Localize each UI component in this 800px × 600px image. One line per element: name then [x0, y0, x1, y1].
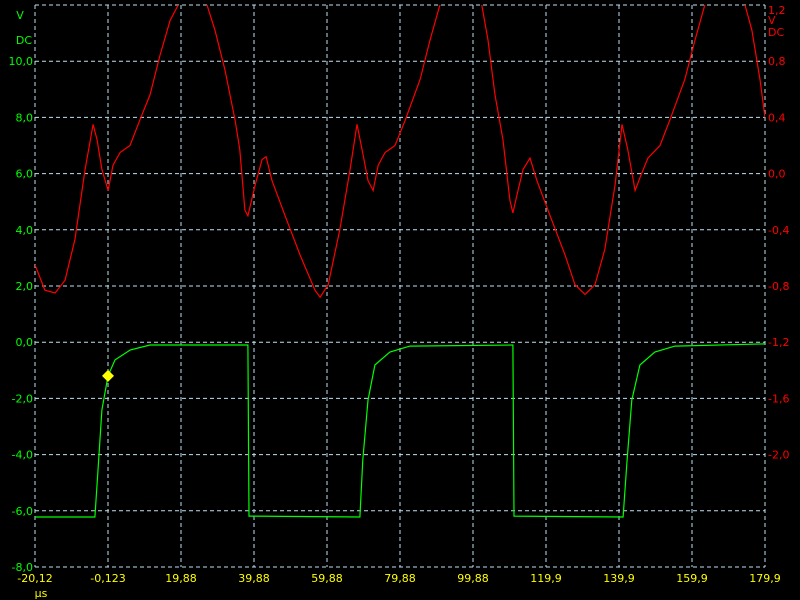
x-tick-label: 139,9: [603, 572, 635, 585]
oscilloscope-chart: 10,08,06,04,02,00,0-2,0-4,0-6,0-8,0VDC1,…: [9, 4, 790, 600]
left-unit-label: V: [16, 9, 24, 22]
right-coupling-label: DC: [768, 26, 784, 39]
grid: [34, 4, 766, 568]
x-tick-label: -20,12: [17, 572, 52, 585]
left-tick-label: 6,0: [16, 168, 34, 181]
x-tick-label: 159,9: [676, 572, 708, 585]
x-tick-label: 119,9: [530, 572, 562, 585]
left-tick-label: 10,0: [9, 55, 34, 68]
right-tick-label: 0,0: [768, 168, 786, 181]
x-tick-label: 19,88: [165, 572, 197, 585]
left-tick-label: -4,0: [12, 449, 33, 462]
left-tick-label: 2,0: [16, 280, 34, 293]
x-tick-label: -0,123: [90, 572, 125, 585]
x-tick-label: 79,88: [384, 572, 416, 585]
left-tick-label: -6,0: [12, 505, 33, 518]
right-tick-label: -0,4: [768, 224, 789, 237]
x-tick-label: 39,88: [238, 572, 270, 585]
right-tick-label: 0,8: [768, 55, 786, 68]
trigger-marker-diamond: [102, 369, 114, 382]
right-tick-label: -1,6: [768, 392, 789, 405]
x-tick-label: 179,9: [749, 572, 781, 585]
left-coupling-label: DC: [16, 34, 32, 47]
x-unit-label: µs: [35, 587, 48, 600]
left-tick-label: 4,0: [16, 224, 34, 237]
x-tick-label: 99,88: [457, 572, 489, 585]
right-tick-label: -0,8: [768, 280, 789, 293]
x-tick-label: 59,88: [311, 572, 343, 585]
left-tick-label: 0,0: [16, 336, 34, 349]
right-tick-label: -1,2: [768, 336, 789, 349]
left-tick-label: 8,0: [16, 111, 34, 124]
right-tick-label: -2,0: [768, 449, 789, 462]
marker-layer: [102, 369, 114, 382]
left-tick-label: -2,0: [12, 392, 33, 405]
right-tick-label: 0,4: [768, 111, 786, 124]
